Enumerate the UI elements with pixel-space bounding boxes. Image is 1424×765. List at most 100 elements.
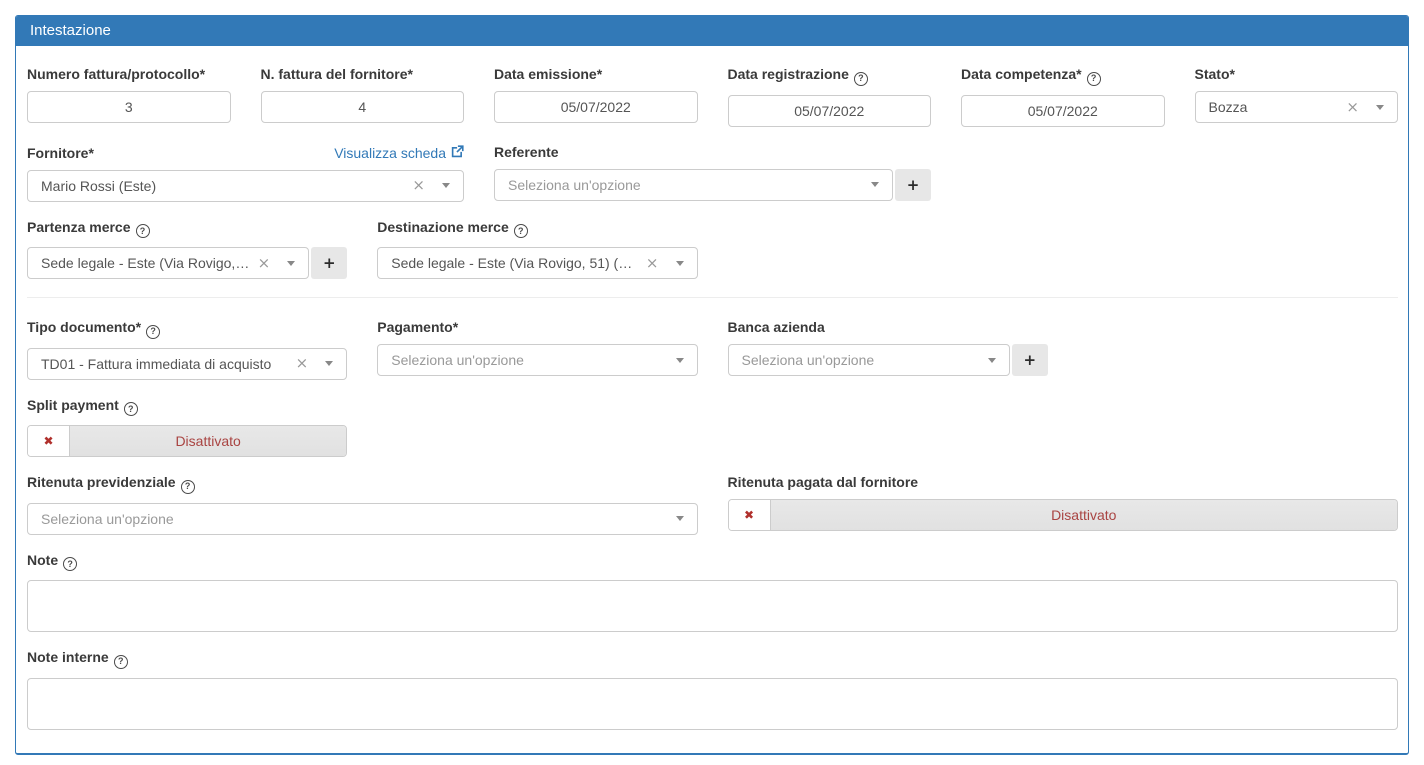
chevron-down-icon: [1376, 105, 1384, 110]
supplier-invoice-number-label: N. fattura del fornitore*: [261, 67, 465, 82]
field-invoice-number: Numero fattura/protocollo*: [27, 67, 231, 123]
internal-notes-label: Note interne?: [27, 650, 1398, 669]
plus-icon: +: [1023, 351, 1036, 369]
plus-icon: +: [907, 176, 920, 194]
intestazione-panel: Intestazione Numero fattura/protocollo* …: [15, 15, 1409, 755]
help-icon[interactable]: ?: [124, 402, 138, 416]
chevron-down-icon: [676, 358, 684, 363]
chevron-down-icon: [287, 261, 295, 266]
goods-origin-value: Sede legale - Este (Via Rovigo, 5...: [41, 255, 250, 271]
chevron-down-icon: [988, 358, 996, 363]
document-type-value: TD01 - Fattura immediata di acquisto: [41, 356, 288, 372]
add-contact-button[interactable]: +: [895, 169, 931, 201]
contact-select[interactable]: Seleziona un'opzione: [494, 169, 893, 201]
chevron-down-icon: [676, 516, 684, 521]
row-goods: Partenza merce? Sede legale - Este (Via …: [27, 220, 1398, 280]
goods-origin-select[interactable]: Sede legale - Este (Via Rovigo, 5... ×: [27, 247, 309, 279]
accrual-date-label: Data competenza*?: [961, 67, 1165, 86]
supplier-select[interactable]: Mario Rossi (Este) ×: [27, 170, 464, 202]
split-payment-toggle[interactable]: ✖ Disattivato: [27, 425, 347, 457]
field-internal-notes: Note interne?: [27, 650, 1398, 730]
company-bank-label: Banca azienda: [728, 320, 1048, 335]
row-internal-notes: Note interne?: [27, 650, 1398, 730]
clear-icon[interactable]: ×: [646, 256, 659, 271]
chevron-down-icon: [325, 361, 333, 366]
row-notes: Note?: [27, 553, 1398, 633]
goods-origin-label: Partenza merce?: [27, 220, 347, 239]
notes-textarea[interactable]: [27, 580, 1398, 632]
payment-select[interactable]: Seleziona un'opzione: [377, 344, 697, 376]
company-bank-placeholder: Seleziona un'opzione: [742, 352, 971, 368]
payment-placeholder: Seleziona un'opzione: [391, 352, 658, 368]
help-icon[interactable]: ?: [514, 224, 528, 238]
help-icon[interactable]: ?: [63, 557, 77, 571]
toggle-off-icon: ✖: [729, 500, 771, 530]
contact-placeholder: Seleziona un'opzione: [508, 177, 854, 193]
field-issue-date: Data emissione*: [494, 67, 698, 123]
field-supplier-invoice-number: N. fattura del fornitore*: [261, 67, 465, 123]
add-goods-origin-button[interactable]: +: [311, 247, 347, 279]
clear-icon[interactable]: ×: [1346, 100, 1359, 115]
add-company-bank-button[interactable]: +: [1012, 344, 1048, 376]
field-goods-destination: Destinazione merce? Sede legale - Este (…: [377, 220, 697, 280]
help-icon[interactable]: ?: [854, 72, 868, 86]
withholding-paid-label: Ritenuta pagata dal fornitore: [728, 475, 1399, 490]
help-icon[interactable]: ?: [1087, 72, 1101, 86]
help-icon[interactable]: ?: [181, 480, 195, 494]
help-icon[interactable]: ?: [146, 325, 160, 339]
external-link-icon: [451, 145, 464, 161]
row-withholding: Ritenuta previdenziale? Seleziona un'opz…: [27, 475, 1398, 535]
field-supplier: Fornitore* Visualizza scheda Ma: [27, 145, 464, 202]
document-type-label: Tipo documento*?: [27, 320, 347, 339]
field-status: Stato* Bozza ×: [1195, 67, 1399, 123]
field-withholding: Ritenuta previdenziale? Seleziona un'opz…: [27, 475, 698, 535]
issue-date-input[interactable]: [494, 91, 698, 123]
chevron-down-icon: [676, 261, 684, 266]
row-split-payment: Split payment? ✖ Disattivato: [27, 398, 1398, 458]
clear-icon[interactable]: ×: [258, 256, 271, 271]
status-value: Bozza: [1209, 99, 1339, 115]
field-split-payment: Split payment? ✖ Disattivato: [27, 398, 347, 458]
document-type-select[interactable]: TD01 - Fattura immediata di acquisto ×: [27, 348, 347, 380]
supplier-invoice-number-input[interactable]: [261, 91, 465, 123]
panel-body: Numero fattura/protocollo* N. fattura de…: [16, 46, 1408, 762]
plus-icon: +: [323, 254, 336, 272]
status-select[interactable]: Bozza ×: [1195, 91, 1399, 123]
help-icon[interactable]: ?: [114, 655, 128, 669]
field-company-bank: Banca azienda Seleziona un'opzione +: [728, 320, 1048, 376]
goods-destination-select[interactable]: Sede legale - Este (Via Rovigo, 51) (Ad.…: [377, 247, 697, 279]
field-goods-origin: Partenza merce? Sede legale - Este (Via …: [27, 220, 347, 280]
registration-date-input[interactable]: [728, 95, 932, 127]
invoice-number-label: Numero fattura/protocollo*: [27, 67, 231, 82]
field-accrual-date: Data competenza*?: [961, 67, 1165, 127]
help-icon[interactable]: ?: [136, 224, 150, 238]
contact-label: Referente: [494, 145, 931, 160]
view-supplier-card-link[interactable]: Visualizza scheda: [334, 145, 464, 161]
internal-notes-textarea[interactable]: [27, 678, 1398, 730]
goods-destination-label: Destinazione merce?: [377, 220, 697, 239]
invoice-number-input[interactable]: [27, 91, 231, 123]
accrual-date-input[interactable]: [961, 95, 1165, 127]
row-supplier: Fornitore* Visualizza scheda Ma: [27, 145, 1398, 202]
company-bank-select[interactable]: Seleziona un'opzione: [728, 344, 1010, 376]
split-payment-state: Disattivato: [70, 426, 346, 456]
field-payment: Pagamento* Seleziona un'opzione: [377, 320, 697, 376]
field-notes: Note?: [27, 553, 1398, 633]
registration-date-label: Data registrazione?: [728, 67, 932, 86]
field-document-type: Tipo documento*? TD01 - Fattura immediat…: [27, 320, 347, 380]
issue-date-label: Data emissione*: [494, 67, 698, 82]
row-header-fields: Numero fattura/protocollo* N. fattura de…: [27, 67, 1398, 127]
supplier-label: Fornitore*: [27, 146, 94, 161]
withholding-select[interactable]: Seleziona un'opzione: [27, 503, 698, 535]
payment-label: Pagamento*: [377, 320, 697, 335]
chevron-down-icon: [871, 182, 879, 187]
split-payment-label: Split payment?: [27, 398, 347, 417]
withholding-paid-state: Disattivato: [771, 500, 1398, 530]
field-contact: Referente Seleziona un'opzione +: [494, 145, 931, 201]
clear-icon[interactable]: ×: [296, 356, 309, 371]
withholding-paid-toggle[interactable]: ✖ Disattivato: [728, 499, 1399, 531]
panel-title: Intestazione: [16, 16, 1408, 46]
field-withholding-paid: Ritenuta pagata dal fornitore ✖ Disattiv…: [728, 475, 1399, 531]
clear-icon[interactable]: ×: [412, 178, 425, 193]
supplier-value: Mario Rossi (Este): [41, 178, 404, 194]
